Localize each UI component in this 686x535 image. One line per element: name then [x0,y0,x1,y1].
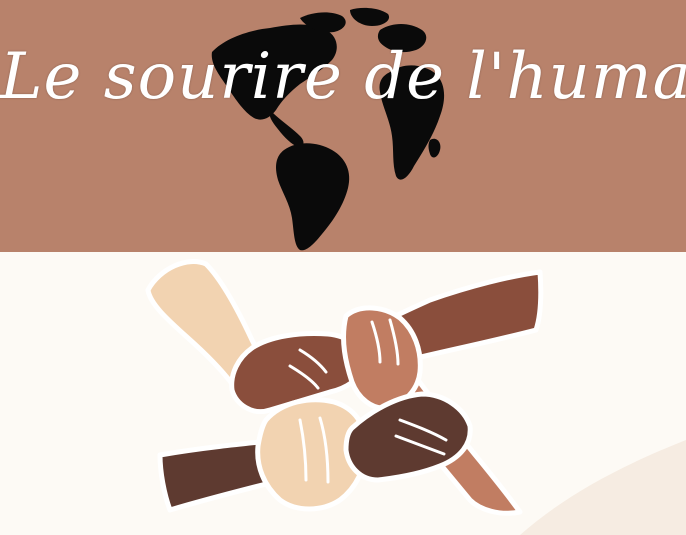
page-title: Le sourire de l'humanité [0,40,686,114]
banner-background [0,0,686,252]
page: Le sourire de l'humanité [0,0,686,535]
